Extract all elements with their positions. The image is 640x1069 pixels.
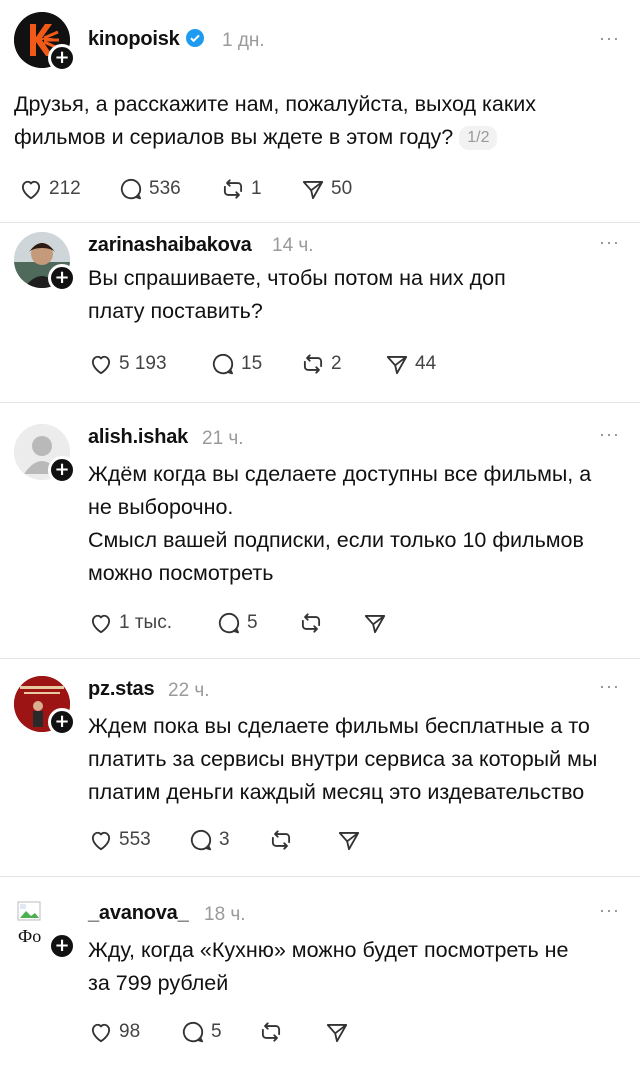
share-count: 44 [415, 353, 437, 374]
like-count: 1 тыс. [119, 612, 172, 633]
send-icon [336, 827, 362, 853]
follow-plus-icon[interactable]: + [48, 456, 76, 484]
repost-count: 1 [251, 178, 262, 199]
verified-badge-icon [185, 29, 204, 47]
repost-button[interactable] [298, 609, 329, 637]
reply-count: 536 [149, 178, 181, 199]
more-options-icon[interactable]: ··· [599, 28, 620, 49]
thread-pager[interactable]: 1/2 [459, 126, 498, 150]
share-button[interactable]: 44 [384, 350, 436, 378]
post-actions: 212 536 1 50 [18, 175, 518, 203]
send-icon [362, 610, 388, 636]
heart-icon [88, 827, 114, 853]
avatar-alt-text: Фо [18, 926, 42, 946]
more-options-icon[interactable]: ··· [599, 676, 620, 697]
repost-icon [258, 1019, 284, 1045]
reply-count: 15 [241, 353, 263, 374]
share-button[interactable] [362, 609, 393, 637]
reply-button[interactable]: 5 [216, 609, 258, 637]
like-button[interactable]: 1 тыс. [88, 609, 172, 637]
like-button[interactable]: 5 193 [88, 350, 167, 378]
like-button[interactable]: 553 [88, 826, 151, 854]
post-text: Ждём когда вы сделаете доступны все филь… [88, 462, 592, 585]
heart-icon [88, 610, 114, 636]
username[interactable]: _avanova_ [88, 902, 189, 925]
comment-icon [188, 827, 214, 853]
post-time: 18 ч. [204, 904, 246, 925]
post-time: 14 ч. [272, 235, 314, 256]
repost-button[interactable] [268, 826, 299, 854]
username-text[interactable]: kinopoisk [88, 28, 180, 50]
share-button[interactable]: 50 [300, 175, 352, 203]
username[interactable]: alish.ishak [88, 426, 188, 449]
username[interactable]: zarinashaibakova [88, 234, 252, 257]
like-count: 98 [119, 1021, 141, 1042]
send-icon [300, 176, 326, 202]
post-time: 1 дн. [222, 30, 265, 51]
post-text: Жду, когда «Кухню» можно будет посмотрет… [88, 938, 569, 995]
reply-count: 5 [211, 1021, 222, 1042]
post-actions: 1 тыс. 5 [88, 609, 588, 637]
repost-icon [220, 176, 246, 202]
like-count: 212 [49, 178, 81, 199]
reply-button[interactable]: 5 [180, 1018, 222, 1046]
repost-button[interactable]: 1 [220, 175, 262, 203]
post-actions: 98 5 [88, 1018, 588, 1046]
post-actions: 553 3 [88, 826, 588, 854]
share-button[interactable] [336, 826, 367, 854]
post-text: Ждем пока вы сделаете фильмы бесплатные … [88, 714, 598, 804]
like-count: 553 [119, 829, 151, 850]
repost-icon [268, 827, 294, 853]
follow-plus-icon[interactable]: + [48, 932, 76, 960]
send-icon [324, 1019, 350, 1045]
follow-plus-icon[interactable]: + [48, 44, 76, 72]
like-button[interactable]: 98 [88, 1018, 140, 1046]
reply-count: 3 [219, 829, 230, 850]
share-button[interactable] [324, 1018, 355, 1046]
username[interactable]: pz.stas [88, 678, 155, 701]
share-count: 50 [331, 178, 353, 199]
reply-button[interactable]: 536 [118, 175, 181, 203]
reply-button[interactable]: 15 [210, 350, 262, 378]
divider [0, 658, 640, 659]
username[interactable]: kinopoisk [88, 28, 204, 51]
more-options-icon[interactable]: ··· [599, 900, 620, 921]
follow-plus-icon[interactable]: + [48, 264, 76, 292]
comment-icon [180, 1019, 206, 1045]
follow-plus-icon[interactable]: + [48, 708, 76, 736]
repost-icon [300, 351, 326, 377]
heart-icon [18, 176, 44, 202]
heart-icon [88, 351, 114, 377]
comment-icon [210, 351, 236, 377]
divider [0, 222, 640, 223]
comment-icon [118, 176, 144, 202]
more-options-icon[interactable]: ··· [599, 424, 620, 445]
like-button[interactable]: 212 [18, 175, 81, 203]
heart-icon [88, 1019, 114, 1045]
reply-button[interactable]: 3 [188, 826, 230, 854]
repost-button[interactable] [258, 1018, 289, 1046]
more-options-icon[interactable]: ··· [599, 232, 620, 253]
like-count: 5 193 [119, 353, 167, 374]
post-text: Друзья, а расскажите нам, пожалуйста, вы… [14, 88, 624, 154]
post-text: Вы спрашиваете, чтобы потом на них доп п… [88, 266, 506, 323]
repost-count: 2 [331, 353, 342, 374]
divider [0, 876, 640, 877]
divider [0, 402, 640, 403]
repost-icon [298, 610, 324, 636]
post-time: 21 ч. [202, 428, 244, 449]
repost-button[interactable]: 2 [300, 350, 342, 378]
send-icon [384, 351, 410, 377]
post-text-content: Друзья, а расскажите нам, пожалуйста, вы… [14, 92, 536, 149]
comment-icon [216, 610, 242, 636]
post-time: 22 ч. [168, 680, 210, 701]
reply-count: 5 [247, 612, 258, 633]
post-actions: 5 193 15 2 44 [88, 350, 588, 378]
